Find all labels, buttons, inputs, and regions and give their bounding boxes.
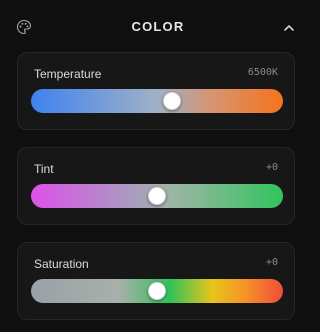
tint-slider[interactable] [31,184,283,208]
saturation-card: Saturation +0 [17,242,295,320]
temperature-label: Temperature [34,67,102,81]
tint-slider-thumb[interactable] [148,187,166,205]
temperature-value: 6500K [247,67,278,78]
tint-value: +0 [265,162,278,173]
temperature-slider-thumb[interactable] [163,92,182,110]
panel-header: COLOR [0,0,316,52]
chevron-up-icon [284,25,294,31]
saturation-value: +0 [265,257,278,268]
panel-title: COLOR [131,19,185,34]
saturation-slider-thumb[interactable] [148,282,166,300]
color-panel: COLOR Temperature 6500K Tint +0 Saturati… [0,0,316,332]
temperature-card: Temperature 6500K [17,52,295,130]
tint-card: Tint +0 [17,147,295,225]
saturation-label: Saturation [34,257,89,271]
collapse-button[interactable] [282,21,296,35]
temperature-slider[interactable] [31,89,283,113]
saturation-slider[interactable] [31,279,283,303]
tint-label: Tint [34,162,54,176]
